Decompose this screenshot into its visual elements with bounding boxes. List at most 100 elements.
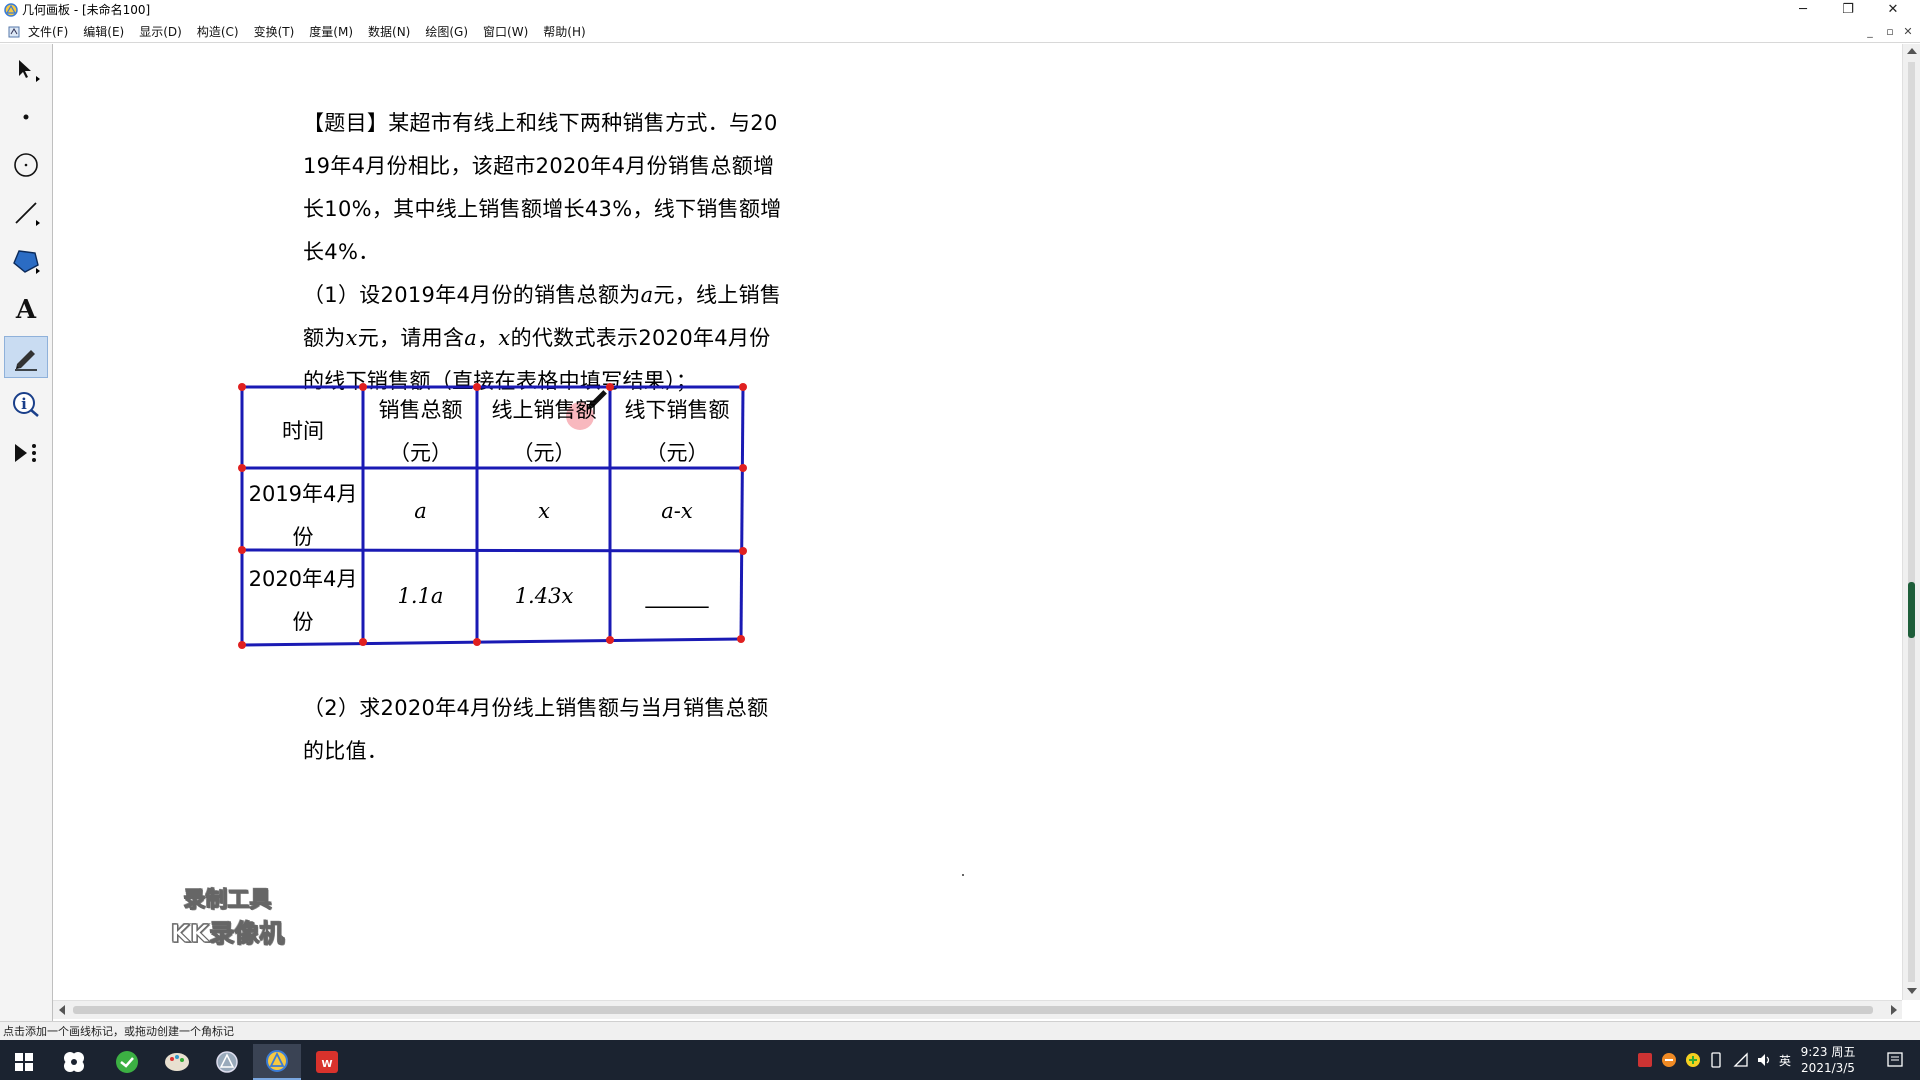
vertical-scroll-track[interactable] [1908,62,1915,982]
vertex-point [739,383,747,391]
header-time: 时间 [282,419,324,443]
watermark-line-1: 录制工具 [183,887,272,913]
compass-tool[interactable] [4,144,48,186]
pencil-icon [15,350,37,371]
vertex-point [238,641,246,649]
close-button[interactable]: ✕ [1871,0,1915,20]
clock-time: 9:23 周五 [1800,1045,1856,1059]
tray-wps-icon[interactable] [1637,1052,1653,1068]
taskbar-app-green[interactable] [103,1044,151,1080]
info-icon: i [13,392,39,417]
geometry-app-icon [216,1051,238,1073]
taskbar-app-geometry[interactable] [203,1044,251,1080]
arrow-select-tool[interactable] [4,48,48,90]
vertical-scroll-thumb[interactable] [1908,582,1915,638]
toolbox: A i [0,44,53,1044]
tray-network-icon[interactable] [1733,1052,1749,1068]
start-button[interactable] [0,1044,48,1080]
table-line-bottom [241,637,742,647]
document-close-button[interactable]: ✕ [1900,22,1916,42]
header-offline-line1: 线下销售额 [624,398,730,422]
taskbar: W 英 9:23 周五 2021/3/5 [0,1040,1920,1080]
row2-online-cell: 1.43x [514,584,574,608]
action-center-icon[interactable] [1886,1051,1904,1069]
arrow-cursor-icon [19,60,31,78]
vertex-point [606,636,614,644]
tray-yellow-icon[interactable] [1685,1052,1701,1068]
row2-offline-answer-blank[interactable]: ______ [611,584,743,608]
custom-tool[interactable] [4,432,48,474]
menu-display[interactable]: 显示(D) [139,22,182,42]
point-icon [23,114,29,120]
tray-orange-icon[interactable] [1661,1052,1677,1068]
window-title: 几何画板 - [未命名100] [22,3,151,17]
clock-date: 2021/3/5 [1801,1061,1855,1075]
row1-offline-cell: a-x [661,499,693,523]
menu-file[interactable]: 文件(F) [28,22,68,42]
watermark-line-2: KK录像机 [170,918,285,948]
row1-time-line2: 份 [292,525,314,549]
sketch-canvas[interactable]: 【题目】某超市有线上和线下两种销售方式．与20 19年4月份相比，该超市2020… [53,44,1902,1000]
menu-help[interactable]: 帮助(H) [543,22,585,42]
menu-bar: 文件(F) 编辑(E) 显示(D) 构造(C) 变换(T) 度量(M) 数据(N… [0,22,1920,43]
horizontal-scroll-thumb[interactable] [73,1006,1873,1014]
menu-construct[interactable]: 构造(C) [197,22,239,42]
minimize-button[interactable]: ─ [1781,0,1825,20]
menu-edit[interactable]: 编辑(E) [83,22,124,42]
marker-tool[interactable] [4,336,48,378]
tray-device-icon[interactable] [1709,1052,1723,1068]
taskbar-app-butterfly[interactable] [50,1044,98,1080]
stray-dot [962,874,964,876]
vertex-point [606,383,614,391]
information-tool[interactable]: i [4,384,48,426]
straightedge-tool[interactable] [4,192,48,234]
menu-data[interactable]: 数据(N) [368,22,410,42]
vertex-point [238,383,246,391]
taskbar-clock[interactable]: 9:23 周五 2021/3/5 [1798,1044,1858,1076]
header-offline-line2: （元） [645,441,709,465]
point-tool[interactable] [4,96,48,138]
play-custom-icon [15,444,36,462]
restore-button[interactable]: ❐ [1826,0,1870,20]
scroll-left-arrow[interactable] [59,1005,65,1015]
taskbar-app-wps[interactable]: W [303,1044,351,1080]
document-icon[interactable] [8,26,20,38]
header-online-line1: 线上销售额 [491,398,597,422]
taskbar-app-palette[interactable] [153,1044,201,1080]
question-2-line-2: 的比值． [303,739,389,763]
document-minimize-button[interactable]: _ [1862,22,1878,42]
row2-total-cell: 1.1a [397,584,444,608]
vertex-point [473,638,481,646]
menu-window[interactable]: 窗口(W) [483,22,528,42]
scroll-up-arrow[interactable] [1907,48,1917,54]
row2-time-line1: 2020年4月 [248,567,358,591]
vertex-point [473,383,481,391]
scroll-down-arrow[interactable] [1907,988,1917,994]
scroll-right-arrow[interactable] [1891,1005,1897,1015]
document-restore-button[interactable]: ▫ [1882,22,1898,42]
wps-app-icon: W [316,1051,338,1073]
circle-icon [14,153,38,177]
header-total-line1: 销售总额 [378,398,463,422]
row1-time-line1: 2019年4月 [248,482,358,506]
header-online-line2: （元） [512,441,576,465]
menu-measure[interactable]: 度量(M) [309,22,353,42]
vertex-point [359,638,367,646]
ime-indicator[interactable]: 英 [1779,1052,1791,1069]
polygon-tool[interactable] [4,240,48,282]
row1-total-cell: a [414,499,427,523]
vertex-point [359,383,367,391]
title-bar: 几何画板 - [未命名100] ─ ❐ ✕ [0,0,1920,20]
row1-online-cell: x [538,499,550,523]
vertex-point [739,547,747,555]
taskbar-app-sketchpad-active[interactable] [253,1044,301,1080]
text-tool[interactable]: A [4,288,48,330]
green-app-icon [116,1051,138,1073]
question-2-line-1: （2）求2020年4月份线上销售额与当月销售总额 [303,696,769,720]
vertical-scrollbar[interactable] [1902,44,1920,1000]
menu-graph[interactable]: 绘图(G) [425,22,468,42]
horizontal-scrollbar[interactable] [53,1000,1902,1019]
tray-volume-icon[interactable] [1756,1052,1772,1068]
menu-transform[interactable]: 变换(T) [254,22,295,42]
svg-text:A: A [15,295,37,323]
